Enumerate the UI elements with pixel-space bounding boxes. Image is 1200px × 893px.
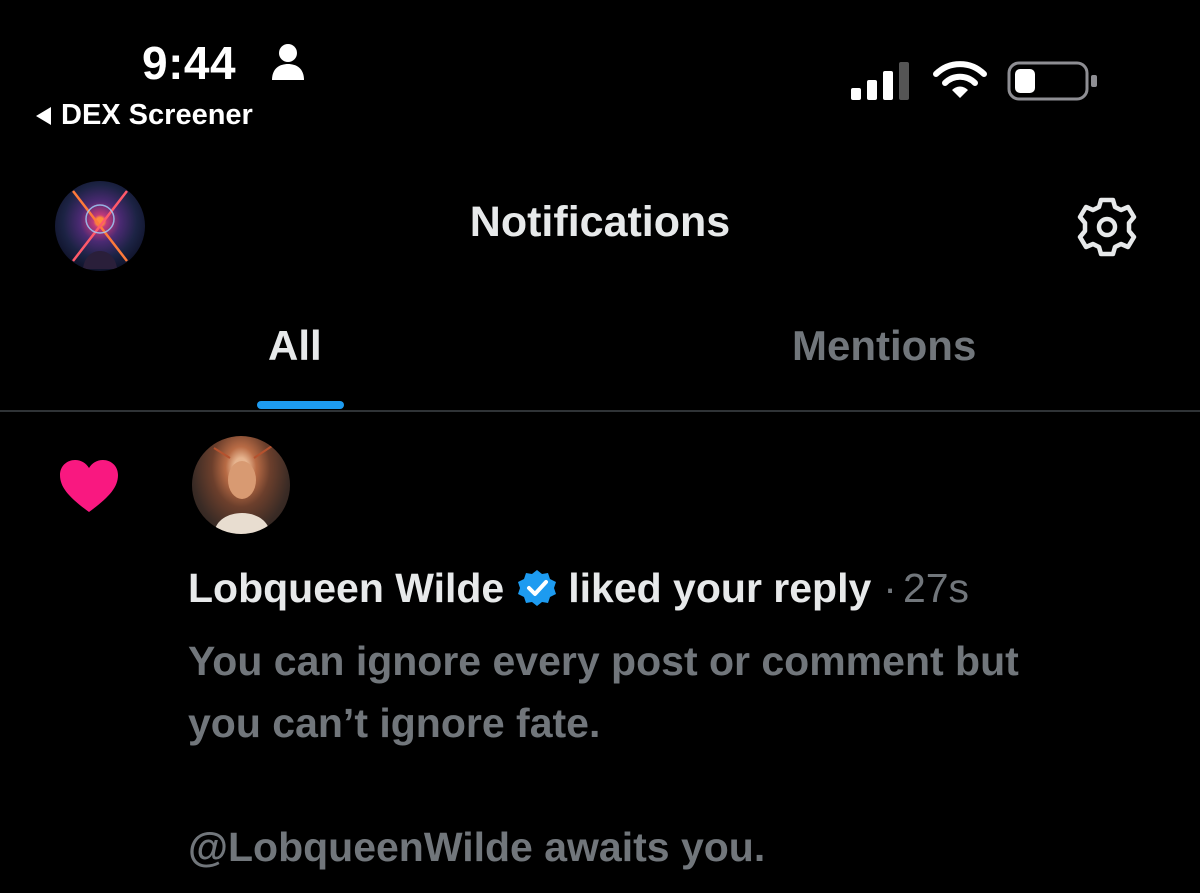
notification-summary[interactable]: Lobqueen Wilde liked your reply · 27s bbox=[188, 565, 969, 612]
user-avatar[interactable] bbox=[192, 436, 290, 534]
tab-divider bbox=[0, 410, 1200, 412]
battery-icon bbox=[1007, 61, 1097, 101]
screen: 9:44 DEX Screener Notifications All Ment… bbox=[0, 0, 1200, 893]
post-line: you can’t ignore fate. bbox=[188, 700, 601, 746]
back-arrow-icon bbox=[36, 106, 51, 125]
page-title: Notifications bbox=[469, 198, 731, 246]
person-icon bbox=[272, 44, 304, 80]
status-time: 9:44 bbox=[142, 37, 237, 89]
liked-post-text[interactable]: You can ignore every post or comment but… bbox=[188, 630, 1178, 878]
user-avatar-artwork bbox=[213, 445, 273, 534]
back-to-app-link[interactable]: DEX Screener bbox=[36, 99, 253, 132]
tab-all[interactable]: All bbox=[268, 322, 322, 370]
settings-gear-icon[interactable] bbox=[1076, 196, 1138, 258]
post-line: @LobqueenWilde awaits you. bbox=[188, 824, 766, 870]
post-line: You can ignore every post or comment but bbox=[188, 638, 1019, 684]
heart-icon bbox=[60, 460, 118, 512]
active-tab-indicator bbox=[257, 401, 344, 409]
verified-badge-icon bbox=[518, 569, 557, 606]
cellular-signal-icon bbox=[851, 62, 909, 100]
post-paragraph-gap bbox=[188, 754, 1178, 816]
wifi-icon bbox=[933, 61, 987, 98]
tab-mentions[interactable]: Mentions bbox=[792, 322, 976, 370]
separator-dot: · bbox=[883, 565, 897, 611]
notification-action: liked your reply bbox=[568, 565, 872, 611]
notification-timestamp: 27s bbox=[902, 565, 970, 611]
user-name[interactable]: Lobqueen Wilde bbox=[188, 565, 504, 612]
back-app-label: DEX Screener bbox=[61, 99, 253, 131]
